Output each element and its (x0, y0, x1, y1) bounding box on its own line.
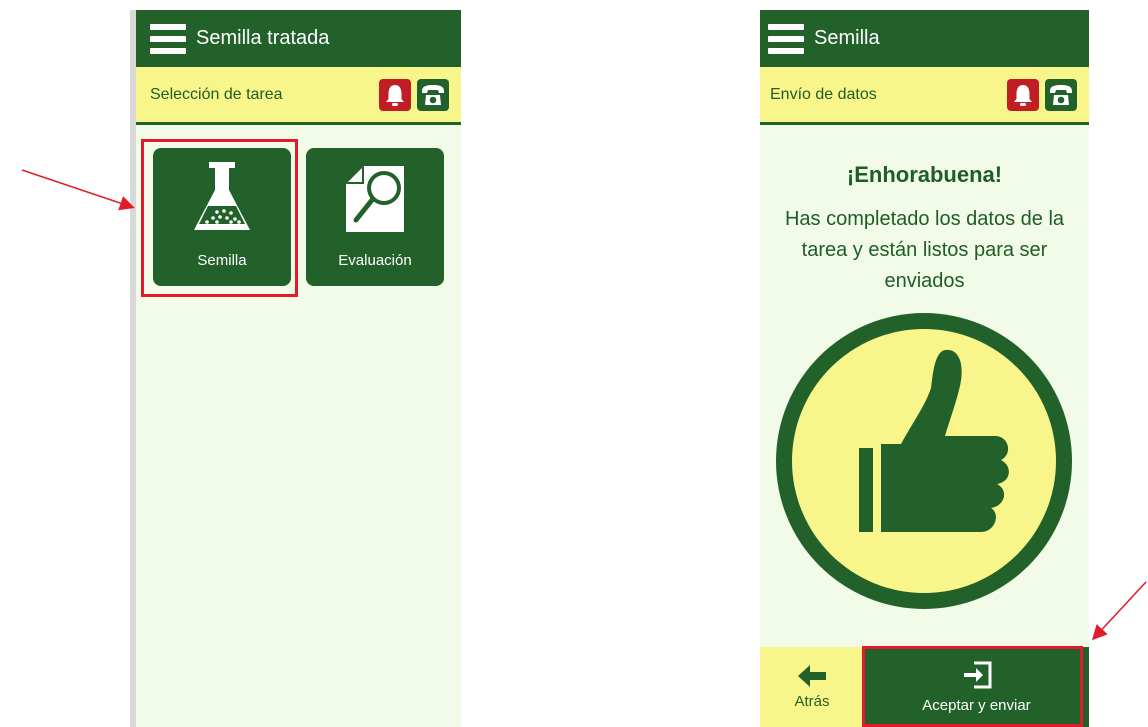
login-enter-icon (963, 661, 991, 688)
subheader-bar: Envío de datos (760, 67, 1089, 125)
accept-and-send-button[interactable]: Aceptar y enviar (864, 647, 1089, 727)
alarm-bell-icon[interactable] (379, 78, 411, 111)
subheader-label: Selección de tarea (150, 85, 283, 103)
accept-label: Aceptar y enviar (922, 696, 1031, 714)
thumbs-up-icon (776, 313, 1072, 609)
subheader-bar: Selección de tarea (136, 67, 461, 125)
hamburger-menu-icon[interactable] (150, 23, 186, 54)
hamburger-menu-icon[interactable] (768, 23, 804, 54)
bottom-action-bar: Atrás Aceptar y enviar (760, 647, 1089, 727)
app-header: Semilla tratada (136, 10, 461, 67)
magnifier-icon (346, 166, 404, 232)
flask-icon (194, 162, 250, 230)
header-title: Semilla (814, 27, 880, 49)
alarm-bell-icon[interactable] (1007, 78, 1039, 111)
telephone-icon[interactable] (1045, 78, 1077, 111)
arrow-left-icon (798, 664, 826, 687)
tile-label: Semilla (197, 252, 247, 269)
header-title: Semilla tratada (196, 27, 330, 49)
annotation-arrow-right (1091, 581, 1147, 641)
back-label: Atrás (794, 692, 830, 710)
tile-label: Evaluación (338, 252, 412, 269)
telephone-icon[interactable] (417, 78, 449, 111)
back-button[interactable]: Atrás (760, 647, 864, 727)
subheader-label: Envío de datos (770, 85, 877, 103)
tile-semilla[interactable]: Semilla (153, 148, 291, 286)
tile-evaluacion[interactable]: Evaluación (306, 148, 444, 286)
task-selection-screen: Semilla tratada Selección de tarea (130, 10, 461, 727)
annotation-arrow-left (21, 169, 135, 211)
congrats-title: ¡Enhorabuena! (846, 162, 1003, 187)
congrats-message: Has completado los datos de la tarea y e… (784, 208, 1065, 292)
app-header: Semilla (760, 10, 1089, 67)
data-submission-screen: Semilla Envío de datos ¡Enhorabuena! Has… (760, 10, 1089, 727)
